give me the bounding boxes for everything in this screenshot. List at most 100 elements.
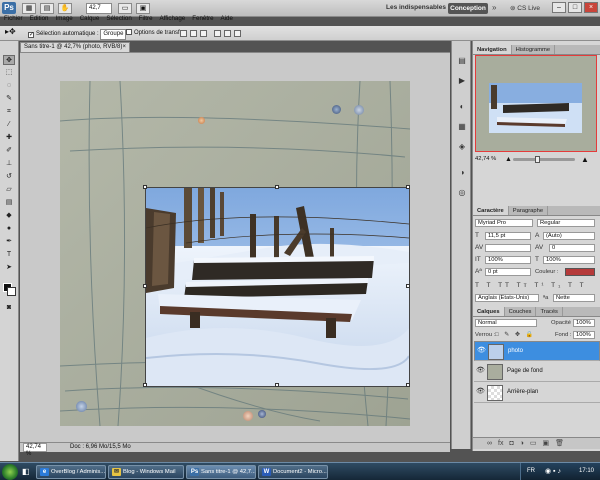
opacity-field[interactable]: 100%	[573, 319, 595, 327]
menu-edition[interactable]: Edition	[30, 14, 49, 24]
horizontal-scale-field[interactable]: 100%	[543, 256, 595, 264]
eraser-tool-icon[interactable]: ▱	[3, 185, 15, 195]
minimize-icon[interactable]: –	[552, 2, 566, 13]
document-tab[interactable]: Sans titre-1 @ 42,7% (photo, RVB/8) ×	[20, 42, 130, 52]
swatches-panel-icon[interactable]: ▦	[456, 121, 468, 132]
tab-histogramme[interactable]: Histogramme	[512, 45, 556, 54]
navigator-preview[interactable]	[475, 55, 597, 152]
tab-calques[interactable]: Calques	[473, 307, 505, 316]
transform-options-checkbox[interactable]	[126, 29, 132, 35]
taskbar-item-windows-mail[interactable]: ✉ Blog - Windows Mail	[108, 465, 184, 479]
fill-field[interactable]: 100%	[573, 331, 595, 339]
double-chevron-icon[interactable]: »	[492, 3, 496, 12]
baseline-shift-field[interactable]: 0 pt	[485, 268, 531, 276]
font-family-dropdown[interactable]: Myriad Pro	[475, 219, 533, 227]
menu-aide[interactable]: Aide	[221, 14, 233, 24]
navigator-slider-track[interactable]	[513, 158, 575, 161]
styles-panel-icon[interactable]: ◈	[456, 141, 468, 152]
transform-handle[interactable]	[143, 185, 147, 189]
auto-select-checkbox[interactable]: ✓	[28, 32, 34, 38]
kerning-field[interactable]	[485, 244, 531, 252]
status-zoom-field[interactable]: 42,74 %	[23, 443, 47, 457]
visibility-eye-icon[interactable]: 👁	[476, 388, 485, 396]
hand-tool-button[interactable]: ✋	[58, 3, 72, 14]
history-panel-icon[interactable]: ▤	[456, 55, 468, 66]
new-group-icon[interactable]: ▭	[530, 438, 537, 449]
layer-row-photo[interactable]: 👁 photo	[474, 341, 600, 361]
link-layers-icon[interactable]: ∞	[487, 438, 492, 449]
path-selection-tool-icon[interactable]: ➤	[3, 263, 15, 273]
clone-stamp-tool-icon[interactable]: ⊥	[3, 159, 15, 169]
auto-select-dropdown[interactable]: Groupe	[100, 29, 127, 40]
actions-panel-icon[interactable]: ▶	[456, 75, 468, 86]
language-dropdown[interactable]: Anglais (Etats-Unis)	[475, 294, 539, 302]
eyedropper-tool-icon[interactable]: ⁄	[3, 120, 15, 130]
tab-couches[interactable]: Couches	[505, 307, 537, 316]
transform-handle[interactable]	[275, 383, 279, 387]
arrange-documents-button[interactable]: ▭	[118, 3, 132, 14]
clock[interactable]: 17:10	[579, 463, 594, 480]
menu-filtre[interactable]: Filtre	[139, 14, 153, 24]
dodge-tool-icon[interactable]: ●	[3, 224, 15, 234]
navigator-slider-knob[interactable]	[535, 156, 540, 163]
align-hcenter-icon[interactable]	[224, 30, 231, 37]
visibility-eye-icon[interactable]: 👁	[477, 347, 486, 355]
leading-field[interactable]: (Auto)	[543, 232, 595, 240]
quick-mask-icon[interactable]: ◙	[3, 303, 15, 313]
maximize-icon[interactable]: □	[568, 2, 582, 13]
close-document-icon[interactable]: ×	[122, 43, 126, 52]
minibridge-button[interactable]: ▤	[40, 3, 54, 14]
crop-tool-icon[interactable]: ⌗	[3, 107, 15, 117]
tab-paragraphe[interactable]: Paragraphe	[509, 206, 549, 215]
move-tool-icon[interactable]: ✥	[3, 55, 15, 65]
menu-affichage[interactable]: Affichage	[160, 14, 186, 24]
navigator-zoom-value[interactable]: 42,74 %	[475, 155, 496, 164]
workspace-conception[interactable]: Conception	[448, 3, 488, 14]
transform-handle[interactable]	[275, 185, 279, 189]
artwork-page[interactable]	[60, 81, 410, 426]
cs-live-button[interactable]: ⊚ CS Live	[510, 4, 540, 12]
transform-handle[interactable]	[406, 284, 410, 288]
photo-layer-content[interactable]	[143, 185, 410, 387]
transform-handle[interactable]	[143, 284, 147, 288]
tab-caractere[interactable]: Caractère	[473, 206, 509, 215]
transform-handle[interactable]	[143, 383, 147, 387]
vertical-scale-field[interactable]: 100%	[485, 256, 531, 264]
text-style-buttons[interactable]: T T TT Tт T¹ T₁ T T	[475, 282, 595, 290]
color-panel-icon[interactable]: ◐	[456, 101, 468, 112]
align-vcenter-icon[interactable]	[190, 30, 197, 37]
new-layer-icon[interactable]: ▣	[543, 438, 550, 449]
menu-image[interactable]: Image	[56, 14, 73, 24]
bridge-button[interactable]: ▦	[22, 3, 36, 14]
gradient-tool-icon[interactable]: ▤	[3, 198, 15, 208]
tab-navigation[interactable]: Navigation	[473, 45, 512, 54]
align-right-icon[interactable]	[234, 30, 241, 37]
language-indicator[interactable]: FR	[527, 463, 535, 480]
transform-handle[interactable]	[406, 185, 410, 189]
zoom-out-icon[interactable]: ▲	[505, 155, 512, 164]
adjustments-panel-icon[interactable]: ◑	[456, 167, 468, 178]
type-tool-icon[interactable]: T	[3, 250, 15, 260]
tracking-field[interactable]: 0	[549, 244, 595, 252]
tray-icons[interactable]: ◉ ▪ ♪	[545, 463, 561, 480]
close-icon[interactable]: ×	[584, 2, 598, 13]
zoom-in-icon[interactable]: ▲	[581, 155, 589, 164]
align-top-icon[interactable]	[180, 30, 187, 37]
blend-mode-dropdown[interactable]: Normal	[475, 319, 537, 327]
adjustment-layer-icon[interactable]: ◑	[520, 438, 524, 449]
menu-calque[interactable]: Calque	[80, 14, 100, 24]
lock-icons[interactable]: □ ✎ ✥ 🔒	[495, 331, 535, 339]
align-left-icon[interactable]	[214, 30, 221, 37]
taskbar-item-photoshop[interactable]: Ps Sans titre-1 @ 42,7...	[186, 465, 256, 479]
taskbar-item-overblog[interactable]: e OverBlog / Adminis...	[36, 465, 106, 479]
screen-mode-button[interactable]: ▣	[136, 3, 150, 14]
canvas-area[interactable]	[20, 52, 450, 442]
masks-panel-icon[interactable]: ◎	[456, 187, 468, 198]
add-mask-icon[interactable]: ◘	[509, 438, 513, 449]
layer-row-arriere-plan[interactable]: 👁 Arrière-plan	[474, 383, 600, 403]
quick-launch-icons[interactable]: ◧	[22, 467, 36, 477]
lasso-tool-icon[interactable]: ◌	[3, 81, 15, 91]
move-tool-preset-icon[interactable]: ▸✥	[5, 27, 16, 36]
workspace-essentials[interactable]: Les indispensables	[386, 4, 446, 11]
background-color-swatch[interactable]	[7, 287, 16, 296]
